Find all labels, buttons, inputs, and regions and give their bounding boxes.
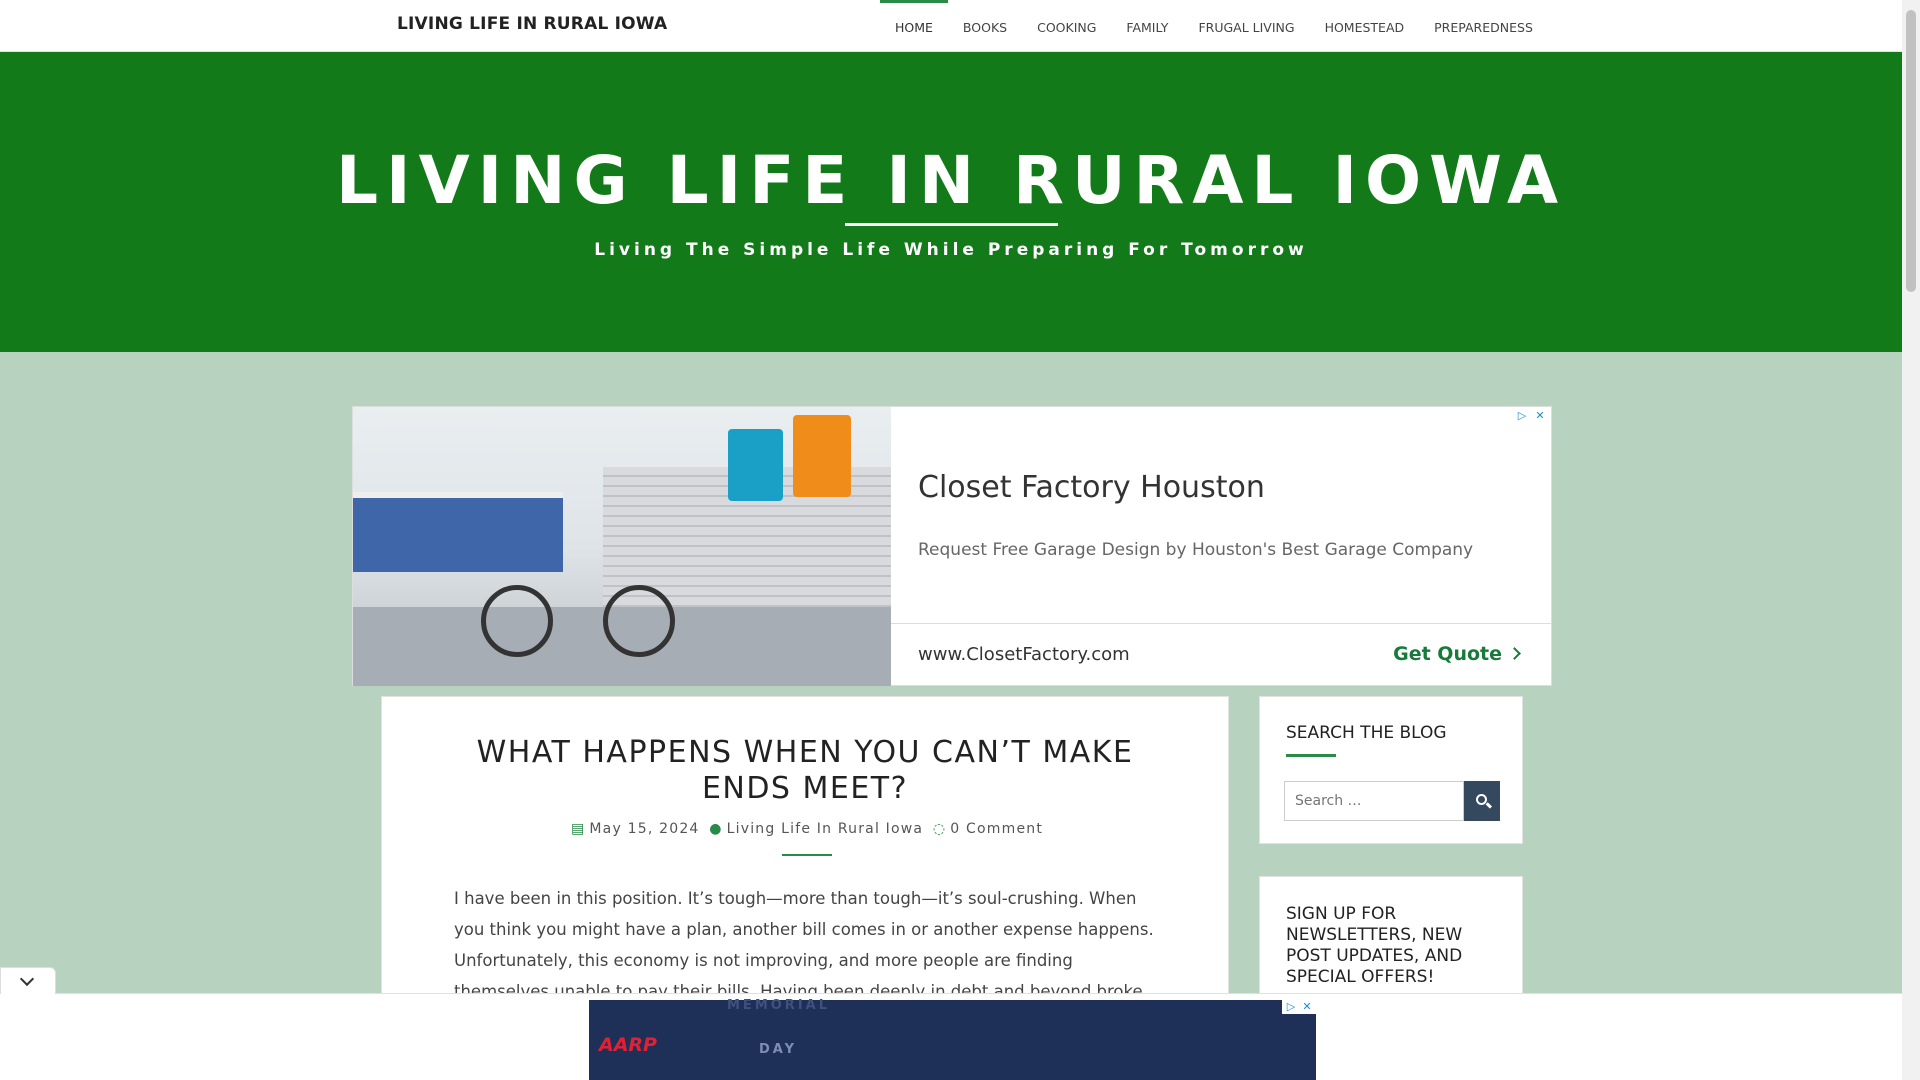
user-icon: ●	[709, 821, 723, 837]
menu-item-frugal-living[interactable]: FRUGAL LIVING	[1183, 0, 1309, 52]
widget-title-underline	[1286, 754, 1336, 757]
hero-divider	[845, 223, 1058, 226]
site-title[interactable]: LIVING LIFE IN RURAL IOWA	[0, 142, 1902, 219]
post-date-link[interactable]: May 15, 2024	[589, 821, 699, 837]
scrollbar-thumb[interactable]	[1906, 10, 1916, 292]
page-scrollbar[interactable]	[1902, 0, 1920, 1080]
search-input[interactable]	[1284, 781, 1464, 821]
sticky-ad-subline: DAY	[759, 1042, 798, 1057]
search-submit-button[interactable]	[1464, 781, 1500, 821]
post-author-link[interactable]: Living Life In Rural Iowa	[727, 821, 924, 837]
post-title[interactable]: WHAT HAPPENS WHEN YOU CAN’T MAKE ENDS ME…	[462, 735, 1148, 807]
close-icon[interactable]: ✕	[1533, 409, 1547, 423]
chevron-down-icon	[19, 971, 35, 987]
post-comments-link[interactable]: 0 Comment	[950, 821, 1043, 837]
menu-item-homestead[interactable]: HOMESTEAD	[1310, 0, 1420, 52]
site-tagline: Living The Simple Life While Preparing F…	[594, 240, 1308, 260]
site-header-hero: LIVING LIFE IN RURAL IOWA Living The Sim…	[0, 52, 1902, 352]
ad-bin	[793, 415, 851, 497]
sticky-bottom-ad-bar: AARP MEMORIAL DAY ▷ ✕	[0, 993, 1902, 1080]
ad-url[interactable]: www.ClosetFactory.com	[918, 644, 1130, 665]
ad-controls: ▷ ✕	[1515, 409, 1547, 423]
signup-widget-title: SIGN UP FOR NEWSLETTERS, NEW POST UPDATE…	[1286, 904, 1463, 987]
get-quote-label: Get Quote	[1393, 643, 1502, 665]
ad-garage-image[interactable]	[353, 407, 891, 686]
top-navigation: LIVING LIFE IN RURAL IOWA HOME BOOKS COO…	[0, 0, 1902, 52]
play-triangle-icon[interactable]: ▷	[1515, 409, 1529, 423]
sticky-ad-creative[interactable]: AARP MEMORIAL DAY ▷ ✕	[589, 998, 1316, 1080]
site-brand-link[interactable]: LIVING LIFE IN RURAL IOWA	[397, 14, 667, 34]
ad-cabinet	[353, 492, 563, 572]
comments-icon: ◌	[932, 821, 947, 837]
search-widget-title: SEARCH THE BLOG	[1286, 723, 1447, 743]
chevron-right-icon	[1508, 647, 1521, 660]
ad-description[interactable]: Request Free Garage Design by Houston's …	[918, 540, 1473, 560]
aarp-logo: AARP	[599, 1034, 657, 1056]
menu-item-cooking[interactable]: COOKING	[1022, 0, 1111, 52]
close-icon[interactable]: ✕	[1300, 1000, 1314, 1014]
display-ad-banner[interactable]: Closet Factory Houston Request Free Gara…	[352, 406, 1552, 686]
menu-item-books[interactable]: BOOKS	[948, 0, 1022, 52]
search-icon-handle	[1485, 802, 1493, 809]
post-meta: ▤ May 15, 2024 ● Living Life In Rural Iowa…	[382, 821, 1228, 837]
play-triangle-icon[interactable]: ▷	[1284, 1000, 1298, 1014]
sticky-ad-headline: MEMORIAL	[727, 998, 830, 1013]
calendar-icon: ▤	[570, 821, 586, 837]
get-quote-button[interactable]: Get Quote	[1393, 643, 1521, 665]
menu-item-family[interactable]: FAMILY	[1111, 0, 1183, 52]
ad-bike-wheel	[603, 585, 675, 657]
menu-item-preparedness[interactable]: PREPAREDNESS	[1419, 0, 1548, 52]
menu-item-home[interactable]: HOME	[880, 0, 948, 52]
post-title-divider	[782, 854, 832, 856]
search-widget: SEARCH THE BLOG	[1259, 696, 1523, 844]
ad-bin	[728, 429, 783, 501]
main-menu: HOME BOOKS COOKING FAMILY FRUGAL LIVING …	[880, 0, 1548, 52]
ad-title[interactable]: Closet Factory Houston	[918, 470, 1265, 505]
sticky-ad-controls: ▷ ✕	[1282, 1000, 1316, 1014]
ad-divider	[891, 623, 1552, 624]
collapse-ad-button[interactable]	[0, 967, 56, 994]
ad-bike-wheel	[481, 585, 553, 657]
